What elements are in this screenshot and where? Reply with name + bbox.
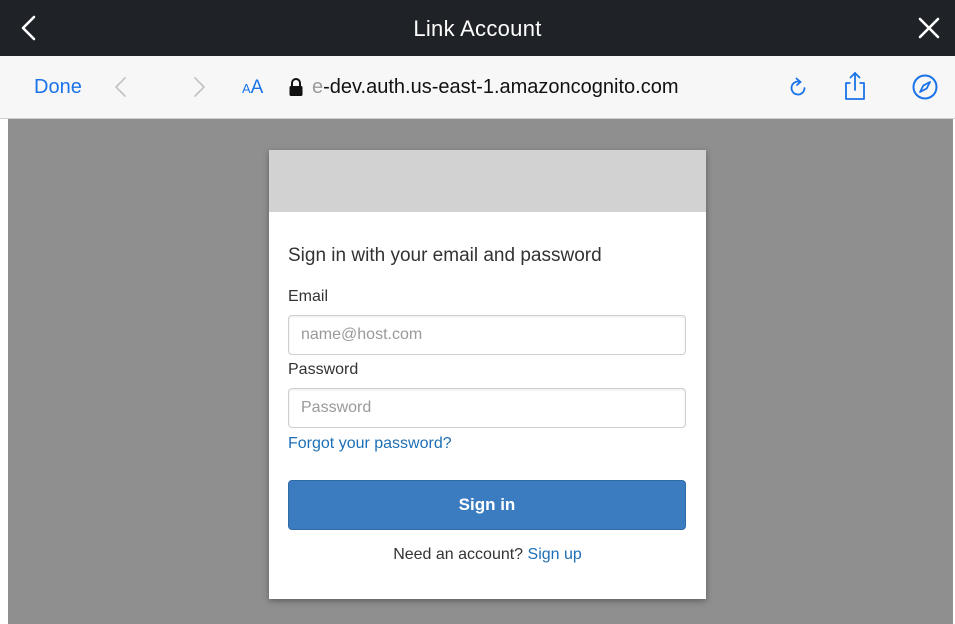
share-icon <box>845 72 865 100</box>
sign-in-button[interactable]: Sign in <box>288 480 686 530</box>
compass-icon <box>912 74 938 100</box>
password-input[interactable] <box>288 388 686 428</box>
reload-icon <box>790 77 806 96</box>
signup-prompt: Need an account? Sign up <box>269 546 706 564</box>
form-heading: Sign in with your email and password <box>288 245 602 266</box>
close-icon <box>918 17 940 39</box>
email-input[interactable] <box>288 315 686 355</box>
email-label: Email <box>288 288 329 305</box>
browser-toolbar: Done AA e-dev.auth.us-east-1.amazoncogni… <box>0 56 955 119</box>
open-in-safari-button[interactable] <box>911 73 939 101</box>
lock-icon <box>288 77 304 97</box>
back-nav-button[interactable] <box>110 76 132 98</box>
url-faded-part: e <box>312 76 324 98</box>
title-bar: Link Account <box>0 0 955 56</box>
reload-button[interactable] <box>786 75 810 99</box>
card-banner <box>269 150 706 212</box>
close-button[interactable] <box>913 12 945 44</box>
password-label: Password <box>288 361 359 378</box>
need-account-text: Need an account? <box>393 546 524 563</box>
text-size-big-glyph: A <box>250 77 264 98</box>
address-bar[interactable]: e-dev.auth.us-east-1.amazoncognito.com <box>312 56 679 118</box>
text-size-small-glyph: A <box>242 81 251 96</box>
url-main-part: -dev.auth.us-east-1.amazoncognito.com <box>323 76 679 98</box>
share-button[interactable] <box>842 71 868 101</box>
done-button[interactable]: Done <box>34 56 82 118</box>
sign-up-link[interactable]: Sign up <box>528 546 582 563</box>
app-frame: Link Account Done AA e-dev.auth.us-east-… <box>0 0 955 624</box>
forgot-password-link[interactable]: Forgot your password? <box>288 435 452 453</box>
login-card: Sign in with your email and password Ema… <box>269 150 706 599</box>
chevron-left-icon <box>115 77 126 97</box>
text-size-button[interactable]: AA <box>242 56 263 118</box>
forward-nav-button[interactable] <box>188 76 210 98</box>
window-title: Link Account <box>413 16 542 41</box>
chevron-right-icon <box>194 77 205 97</box>
